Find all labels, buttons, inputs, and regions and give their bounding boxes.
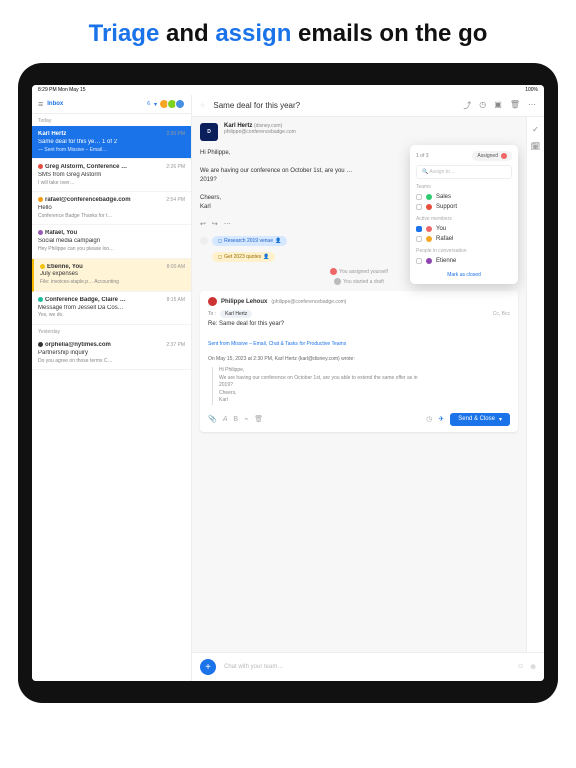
email-item-3[interactable]: Rafael, You Social media campaign Hey Ph… <box>32 225 191 258</box>
attach-icon[interactable]: 📎 <box>208 415 217 423</box>
toolbar: ☆ Same deal for this year? ⤴ ◷ ▣ 🗑 ⋯ <box>192 95 544 117</box>
to-recipient[interactable]: Karl Hertz <box>220 310 252 318</box>
reply-icon[interactable]: ↩ <box>200 220 206 228</box>
status-time: 8:29 PM Mon May 15 <box>38 87 86 93</box>
inbox-count: 6 <box>147 101 150 107</box>
add-icon[interactable]: ⊕ <box>530 663 536 671</box>
email-item-4[interactable]: Etienne, You8:00 AM July expenses File: … <box>32 259 191 292</box>
member-you[interactable]: You <box>416 224 512 234</box>
author-name: Philippe Lehoux <box>221 299 267 305</box>
status-battery: 100% <box>525 87 538 93</box>
menu-icon[interactable]: ≡ <box>38 99 43 109</box>
right-rail: ✓ 🗓 <box>526 117 544 652</box>
more-icon[interactable]: ⋯ <box>528 100 536 111</box>
star-icon[interactable]: ☆ <box>200 102 205 109</box>
inbox-title[interactable]: Inbox <box>47 101 143 107</box>
bold-icon[interactable]: B <box>233 416 238 423</box>
sidebar: ≡ Inbox 6 ▾ Today Karl Hertz2:30 PM Same… <box>32 95 192 681</box>
recipient-email: philippe@conferencebadge.com <box>224 129 296 135</box>
mark-closed-link[interactable]: Mark as closed <box>416 272 512 278</box>
conversation-content: D Karl Hertz (disney.com) philippe@confe… <box>192 117 526 652</box>
status-bar: 8:29 PM Mon May 15 100% <box>32 85 544 95</box>
forward-icon[interactable]: ↪ <box>212 220 218 228</box>
compose-subject[interactable]: Re: Same deal for this year? <box>208 321 510 327</box>
email-item-2[interactable]: rafael@conferencebadge.com2:54 PM Hello … <box>32 192 191 225</box>
hero-heading: Triage and assign emails on the go <box>0 0 576 63</box>
compose-fab[interactable]: + <box>200 659 216 675</box>
author-avatar <box>208 297 217 306</box>
task-chip-quotes[interactable]: ◻ Get 2023 quotes 👤 <box>212 252 275 262</box>
compose-draft: Philippe Lehoux (philippe@conferencebadg… <box>200 291 518 432</box>
email-item-6[interactable]: orphelia@nytimes.com2:37 PM Partnership … <box>32 337 191 370</box>
send-later-icon[interactable]: ✈ <box>438 415 444 423</box>
send-close-button[interactable]: Send & Close ▾ <box>450 413 510 426</box>
section-yesterday: Yesterday <box>32 325 191 337</box>
presence-avatars <box>161 99 185 109</box>
member-rafael[interactable]: Rafael <box>416 234 512 244</box>
hero-word-assign: assign <box>215 20 291 47</box>
popover-counter: 1 of 3 <box>416 153 429 159</box>
team-sales[interactable]: Sales <box>416 192 512 202</box>
cc-bcc-toggle[interactable]: Cc, Bcc <box>493 311 510 317</box>
compose-body[interactable]: Sent from Missive – Email, Chat & Tasks … <box>208 333 510 405</box>
trash-icon[interactable]: 🗑 <box>510 100 520 111</box>
chat-bar: + Chat with your team… ☺ ⊕ <box>192 652 544 681</box>
team-support[interactable]: Support <box>416 202 512 212</box>
snooze-icon[interactable]: ◷ <box>479 100 486 111</box>
assign-search[interactable]: 🔍 Assign to… <box>416 165 512 179</box>
email-item-5[interactable]: Conference Badge, Claire …8:15 AM Messag… <box>32 292 191 325</box>
tablet-frame: 8:29 PM Mon May 15 100% ≡ Inbox 6 ▾ Toda… <box>18 63 558 703</box>
calendar-icon[interactable]: 🗓 <box>530 142 540 151</box>
check-icon[interactable]: ✓ <box>532 125 539 134</box>
format-icon[interactable]: A <box>223 416 228 423</box>
chat-input[interactable]: Chat with your team… <box>224 664 509 670</box>
assigned-pill[interactable]: Assigned <box>472 151 512 161</box>
teams-label: Teams <box>416 184 512 190</box>
to-label: To : <box>208 311 216 317</box>
section-today: Today <box>32 114 191 126</box>
sender-logo: D <box>200 123 218 141</box>
email-item-0[interactable]: Karl Hertz2:30 PM Same deal for this ye…… <box>32 126 191 159</box>
hero-word-triage: Triage <box>89 20 160 47</box>
schedule-icon[interactable]: ◷ <box>426 415 432 423</box>
assign-popover: 1 of 3 Assigned 🔍 Assign to… Teams Sales… <box>410 145 518 284</box>
conversation-subject: Same deal for this year? <box>213 101 455 110</box>
link-icon[interactable]: ⌁ <box>244 415 248 423</box>
active-members-label: Active members <box>416 216 512 222</box>
more-actions-icon[interactable]: ⋯ <box>224 220 231 228</box>
person-etienne[interactable]: Etienne <box>416 256 512 266</box>
upload-icon[interactable]: ⤴ <box>463 100 471 111</box>
people-label: People in conversation <box>416 248 512 254</box>
archive-icon[interactable]: ▣ <box>494 100 502 111</box>
chevron-down-icon[interactable]: ▾ <box>154 101 157 108</box>
email-item-1[interactable]: Greg Alstorm, Conference …2:26 PM SMS fr… <box>32 159 191 192</box>
emoji-icon[interactable]: ☺ <box>517 663 524 671</box>
app-screen: 8:29 PM Mon May 15 100% ≡ Inbox 6 ▾ Toda… <box>32 85 544 681</box>
delete-draft-icon[interactable]: 🗑 <box>254 415 263 423</box>
main-pane: ☆ Same deal for this year? ⤴ ◷ ▣ 🗑 ⋯ D <box>192 95 544 681</box>
task-chip-research[interactable]: ◻ Research 2019 venue 👤 <box>212 236 287 246</box>
